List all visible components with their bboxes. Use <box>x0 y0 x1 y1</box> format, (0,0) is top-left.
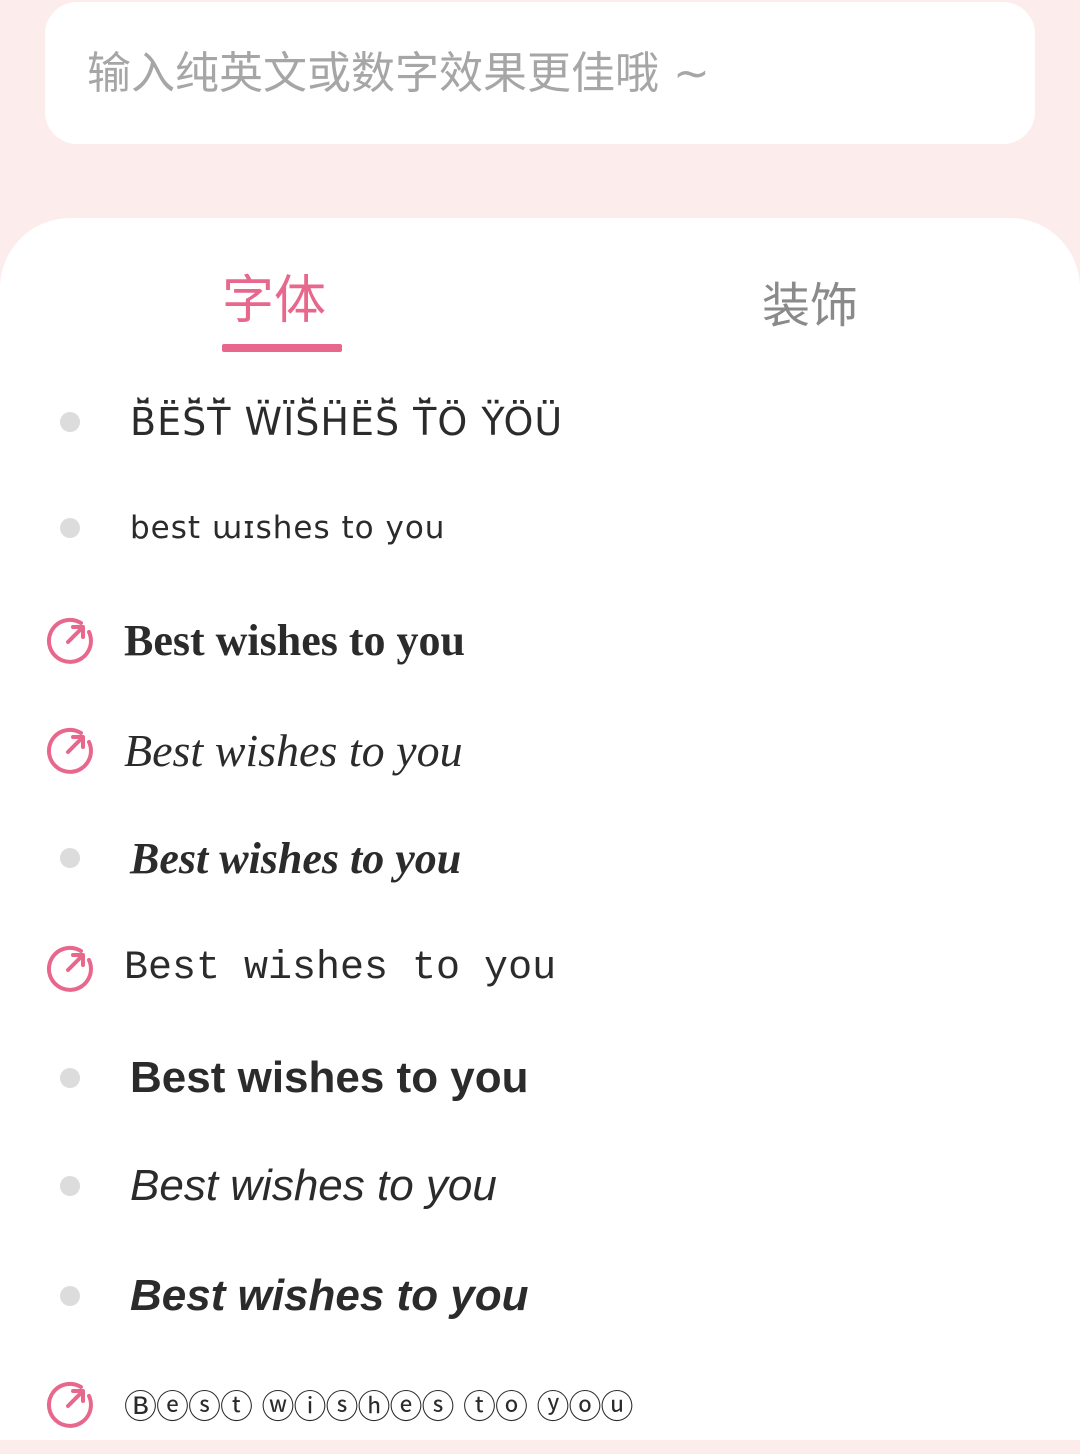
share-arrow-icon[interactable] <box>44 942 96 994</box>
share-arrow-icon[interactable] <box>44 1378 96 1430</box>
dot-icon <box>44 1160 96 1212</box>
font-row-1[interactable]: B̈̆ËS̈̆T̈̆ ẄÏS̈̆ḦËS̈̆ T̈̆Ö ŸÖÜ <box>0 372 1080 472</box>
font-sample-text: Ⓑⓔⓢⓣ ⓦⓘⓢⓗⓔⓢ ⓣⓞ ⓨⓞⓤ <box>124 1387 633 1426</box>
dot-icon <box>44 502 96 554</box>
font-row-5[interactable]: Best wishes to you <box>0 808 1080 908</box>
share-arrow-icon[interactable] <box>44 724 96 776</box>
font-row-8[interactable]: Best wishes to you <box>0 1136 1080 1236</box>
font-sample-text: Best wishes to you <box>124 945 557 991</box>
active-tab-underline <box>222 344 342 352</box>
dot-icon <box>44 1270 96 1322</box>
font-sample-text: Best wishes to you <box>124 615 466 665</box>
font-sample-text: Best wishes to you <box>130 1053 529 1102</box>
font-sample-text: Best wishes to you <box>130 833 462 883</box>
tab-decorations[interactable]: 装饰 <box>762 266 858 336</box>
font-row-10[interactable]: Ⓑⓔⓢⓣ ⓦⓘⓢⓗⓔⓢ ⓣⓞ ⓨⓞⓤ <box>0 1354 1080 1454</box>
font-row-6[interactable]: Best wishes to you <box>0 918 1080 1018</box>
font-row-2[interactable]: best ɯɪshes to you <box>0 478 1080 578</box>
font-sample-text: B̈̆ËS̈̆T̈̆ ẄÏS̈̆ḦËS̈̆ T̈̆Ö ŸÖÜ <box>130 400 564 444</box>
font-row-9[interactable]: Best wishes to you <box>0 1246 1080 1346</box>
tab-fonts[interactable]: 字体 <box>222 258 326 333</box>
share-arrow-icon[interactable] <box>44 614 96 666</box>
font-row-4[interactable]: Best wishes to you <box>0 700 1080 800</box>
dot-icon <box>44 1052 96 1104</box>
search-input[interactable] <box>85 46 989 100</box>
font-row-7[interactable]: Best wishes to you <box>0 1028 1080 1128</box>
font-sample-text: Best wishes to you <box>130 1161 497 1210</box>
dot-icon <box>44 396 96 448</box>
font-sample-text: best ɯɪshes to you <box>130 510 446 546</box>
dot-icon <box>44 832 96 884</box>
font-row-3[interactable]: Best wishes to you <box>0 590 1080 690</box>
search-box[interactable] <box>45 2 1035 144</box>
font-sample-text: Best wishes to you <box>124 724 463 776</box>
font-sample-text: Best wishes to you <box>130 1271 529 1320</box>
